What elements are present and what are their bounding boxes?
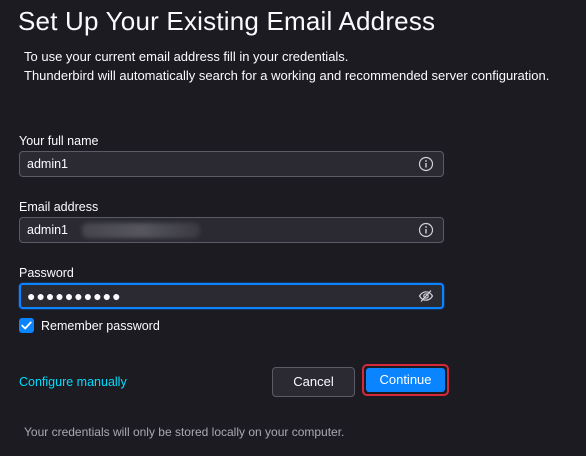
checkmark-icon [21,321,32,330]
full-name-label: Your full name [19,134,99,148]
info-icon[interactable] [418,156,434,172]
remember-password-label[interactable]: Remember password [41,319,160,333]
password-label: Password [19,266,74,280]
redacted-email-blur [82,223,200,238]
configure-manually-link[interactable]: Configure manually [19,375,127,389]
password-value: ●●●●●●●●●● [27,288,122,304]
remember-password-checkbox[interactable] [19,318,34,333]
full-name-value: admin1 [27,157,68,171]
intro-text-line-1: To use your current email address fill i… [24,49,349,64]
info-icon[interactable] [418,222,434,238]
email-address-field[interactable]: admin1 [19,217,444,243]
continue-button[interactable]: Continue [366,368,445,392]
email-address-value: admin1 [27,223,68,237]
password-field[interactable]: ●●●●●●●●●● [19,283,444,309]
credentials-note: Your credentials will only be stored loc… [24,425,345,439]
page-title: Set Up Your Existing Email Address [18,6,436,36]
cancel-button[interactable]: Cancel [272,367,355,397]
intro-text-line-2: Thunderbird will automatically search fo… [24,68,550,83]
full-name-field[interactable]: admin1 [19,151,444,177]
eye-slash-icon[interactable] [418,288,434,304]
email-address-label: Email address [19,200,99,214]
